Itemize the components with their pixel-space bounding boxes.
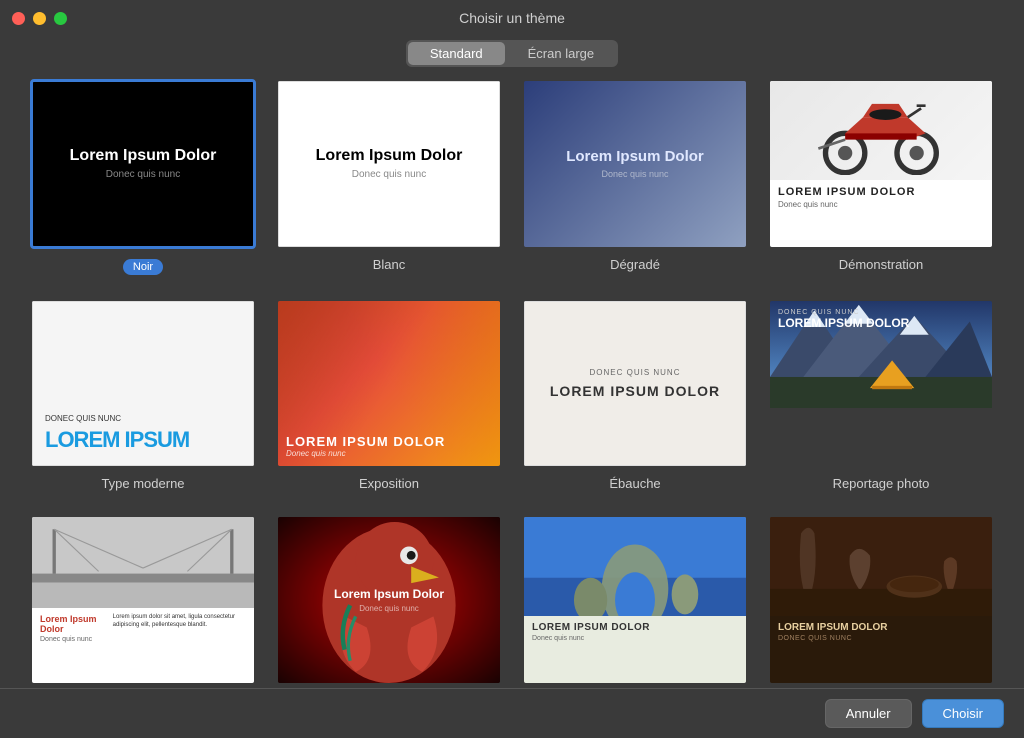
- demo-image: [770, 81, 992, 180]
- theme-grid: Lorem Ipsum Dolor Donec quis nunc Noir L…: [30, 79, 994, 688]
- maximize-button[interactable]: [54, 12, 67, 25]
- ardoise-sub: Donec quis nunc: [359, 604, 419, 613]
- blanc-title: Lorem Ipsum Dolor: [316, 147, 463, 165]
- theme-thumbnail-panorama[interactable]: LOREM IPSUM DOLOR Donec quis nunc: [522, 515, 748, 685]
- theme-item-panorama[interactable]: LOREM IPSUM DOLOR Donec quis nunc Panora…: [522, 515, 748, 688]
- artisanal-sub: DONEC QUIS NUNC: [778, 635, 984, 642]
- degrade-label: Dégradé: [610, 257, 660, 272]
- noir-sub: Donec quis nunc: [106, 169, 181, 180]
- choisir-button[interactable]: Choisir: [922, 699, 1004, 728]
- panorama-image: [524, 517, 746, 616]
- exposition-label: Exposition: [359, 476, 419, 491]
- tab-bar: Standard Écran large: [0, 36, 1024, 79]
- ebauche-label: Ébauche: [609, 476, 660, 491]
- ardoise-title: Lorem Ipsum Dolor: [334, 587, 444, 601]
- reportage-text: DONEC QUIS NUNC LOREM IPSUM DOLOR: [778, 309, 984, 330]
- classique-gray-sub: Donec quis nunc: [40, 636, 107, 643]
- theme-item-classique[interactable]: Lorem Ipsum Dolor Donec quis nunc Lorem …: [30, 515, 256, 688]
- theme-item-noir[interactable]: Lorem Ipsum Dolor Donec quis nunc Noir: [30, 79, 256, 275]
- theme-grid-area: Lorem Ipsum Dolor Donec quis nunc Noir L…: [0, 79, 1024, 688]
- panorama-text-area: LOREM IPSUM DOLOR Donec quis nunc: [524, 616, 746, 682]
- panorama-title: LOREM IPSUM DOLOR: [532, 622, 738, 633]
- theme-thumbnail-ebauche[interactable]: DONEC QUIS NUNC LOREM IPSUM DOLOR: [522, 299, 748, 469]
- theme-thumbnail-reportage[interactable]: DONEC QUIS NUNC LOREM IPSUM DOLOR: [768, 299, 994, 469]
- theme-thumbnail-artisanal[interactable]: LOREM IPSUM DOLOR DONEC QUIS NUNC: [768, 515, 994, 685]
- expo-title: LOREM IPSUM DOLOR: [286, 434, 492, 449]
- classique-text-area: Lorem Ipsum Dolor Donec quis nunc Lorem …: [32, 608, 254, 682]
- theme-thumbnail-demonstration[interactable]: LOREM IPSUM DOLOR Donec quis nunc: [768, 79, 994, 249]
- degrade-title: Lorem Ipsum Dolor: [566, 148, 704, 165]
- theme-item-reportage[interactable]: DONEC QUIS NUNC LOREM IPSUM DOLOR Report…: [768, 299, 994, 492]
- degrade-sub: Donec quis nunc: [601, 169, 668, 179]
- classique-image: [32, 517, 254, 608]
- minimize-button[interactable]: [33, 12, 46, 25]
- theme-thumbnail-blanc[interactable]: Lorem Ipsum Dolor Donec quis nunc: [276, 79, 502, 249]
- theme-item-type-moderne[interactable]: DONEC QUIS NUNC LOREM IPSUM Type moderne: [30, 299, 256, 492]
- reportage-big: LOREM IPSUM DOLOR: [778, 316, 984, 330]
- demonstration-label: Démonstration: [839, 257, 924, 272]
- demo-sub: Donec quis nunc: [778, 200, 984, 209]
- window-title: Choisir un thème: [459, 10, 565, 26]
- annuler-button[interactable]: Annuler: [825, 699, 912, 728]
- tab-large[interactable]: Écran large: [506, 42, 616, 65]
- moto-svg: [781, 86, 981, 175]
- theme-item-ardoise[interactable]: Lorem Ipsum Dolor Donec quis nunc Ardois…: [276, 515, 502, 688]
- reportage-label: Reportage photo: [833, 476, 930, 491]
- noir-title: Lorem Ipsum Dolor: [70, 147, 217, 165]
- theme-item-demonstration[interactable]: LOREM IPSUM DOLOR Donec quis nunc Démons…: [768, 79, 994, 275]
- artisanal-text-area: LOREM IPSUM DOLOR DONEC QUIS NUNC: [770, 616, 992, 682]
- close-button[interactable]: [12, 12, 25, 25]
- theme-item-artisanal[interactable]: LOREM IPSUM DOLOR DONEC QUIS NUNC Artisa…: [768, 515, 994, 688]
- ebauche-small: DONEC QUIS NUNC: [589, 368, 680, 377]
- panorama-sub: Donec quis nunc: [532, 635, 738, 642]
- theme-thumbnail-ardoise[interactable]: Lorem Ipsum Dolor Donec quis nunc: [276, 515, 502, 685]
- demo-title: LOREM IPSUM DOLOR: [778, 186, 984, 198]
- title-bar: Choisir un thème: [0, 0, 1024, 36]
- theme-item-ebauche[interactable]: DONEC QUIS NUNC LOREM IPSUM DOLOR Ébauch…: [522, 299, 748, 492]
- ebauche-big: LOREM IPSUM DOLOR: [550, 383, 720, 399]
- theme-item-blanc[interactable]: Lorem Ipsum Dolor Donec quis nunc Blanc: [276, 79, 502, 275]
- noir-badge: Noir: [123, 259, 163, 275]
- reportage-small: DONEC QUIS NUNC: [778, 309, 984, 316]
- classique-red-title: Lorem Ipsum Dolor: [40, 614, 107, 634]
- theme-item-exposition[interactable]: LOREM IPSUM DOLOR Donec quis nunc Exposi…: [276, 299, 502, 492]
- window-controls: [12, 12, 67, 25]
- theme-thumbnail-type-moderne[interactable]: DONEC QUIS NUNC LOREM IPSUM: [30, 299, 256, 469]
- blanc-sub: Donec quis nunc: [352, 169, 427, 180]
- tab-group: Standard Écran large: [406, 40, 618, 67]
- theme-thumbnail-noir[interactable]: Lorem Ipsum Dolor Donec quis nunc: [30, 79, 256, 249]
- artisanal-image: [770, 517, 992, 616]
- theme-thumbnail-classique[interactable]: Lorem Ipsum Dolor Donec quis nunc Lorem …: [30, 515, 256, 685]
- bottom-bar: Annuler Choisir: [0, 688, 1024, 738]
- artisanal-title: LOREM IPSUM DOLOR: [778, 622, 984, 633]
- theme-thumbnail-degrade[interactable]: Lorem Ipsum Dolor Donec quis nunc: [522, 79, 748, 249]
- moderne-big: LOREM IPSUM: [45, 427, 241, 453]
- type-moderne-label: Type moderne: [101, 476, 184, 491]
- moderne-small: DONEC QUIS NUNC: [45, 414, 241, 423]
- theme-thumbnail-exposition[interactable]: LOREM IPSUM DOLOR Donec quis nunc: [276, 299, 502, 469]
- classique-body: Lorem ipsum dolor sit amet, ligula conse…: [113, 614, 246, 630]
- theme-item-degrade[interactable]: Lorem Ipsum Dolor Donec quis nunc Dégrad…: [522, 79, 748, 275]
- demo-text-area: LOREM IPSUM DOLOR Donec quis nunc: [770, 180, 992, 246]
- expo-sub: Donec quis nunc: [286, 449, 492, 458]
- blanc-label: Blanc: [373, 257, 406, 272]
- tab-standard[interactable]: Standard: [408, 42, 505, 65]
